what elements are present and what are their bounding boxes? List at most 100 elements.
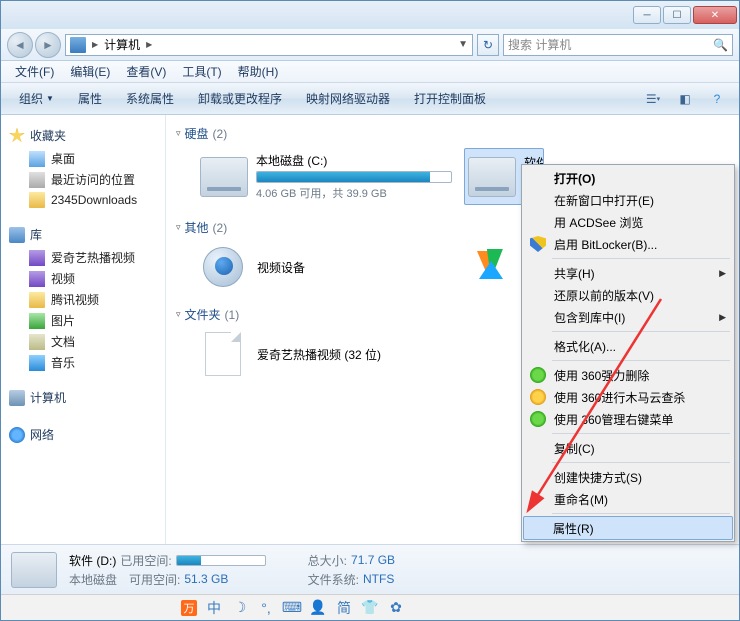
- item-iqiyi-folder[interactable]: 爱奇艺热播视频 (32 位): [196, 329, 456, 379]
- ctx-shortcut[interactable]: 创建快捷方式(S): [524, 466, 732, 488]
- ctx-open[interactable]: 打开(O): [524, 167, 732, 189]
- status-title: 软件 (D:): [69, 552, 116, 569]
- forward-button[interactable]: ►: [35, 32, 61, 58]
- sidebar-item-downloads[interactable]: 2345Downloads: [7, 190, 159, 210]
- map-drive-button[interactable]: 映射网络驱动器: [296, 86, 400, 111]
- ime-simp[interactable]: 简: [335, 599, 353, 617]
- menu-file[interactable]: 文件(F): [7, 60, 62, 83]
- folder-icon: [29, 292, 45, 308]
- ctx-360-scan[interactable]: 使用 360进行木马云查杀: [524, 386, 732, 408]
- sidebar-item-desktop[interactable]: 桌面: [7, 148, 159, 169]
- back-button[interactable]: ◄: [7, 32, 33, 58]
- menu-edit[interactable]: 编辑(E): [62, 60, 118, 83]
- status-used-label: 已用空间:: [120, 552, 171, 569]
- breadcrumb-computer[interactable]: 计算机: [104, 36, 140, 53]
- sidebar-item-videos[interactable]: 视频: [7, 268, 159, 289]
- ctx-open-new-window[interactable]: 在新窗口中打开(E): [524, 189, 732, 211]
- libraries-header[interactable]: 库: [7, 224, 159, 247]
- refresh-button[interactable]: ↻: [477, 34, 499, 56]
- computer-icon: [70, 37, 86, 53]
- ime-keyboard-icon[interactable]: ⌨: [283, 599, 301, 617]
- minimize-button[interactable]: ─: [633, 6, 661, 24]
- group-drives-header[interactable]: ▿ 硬盘 (2): [176, 123, 729, 144]
- drive-icon: [11, 552, 57, 588]
- menu-help[interactable]: 帮助(H): [230, 60, 287, 83]
- item-camera[interactable]: 视频设备: [196, 242, 456, 292]
- sidebar-item-documents[interactable]: 文档: [7, 331, 159, 352]
- sidebar-item-music[interactable]: 音乐: [7, 352, 159, 373]
- sidebar-item-recent[interactable]: 最近访问的位置: [7, 169, 159, 190]
- ctx-acdsee[interactable]: 用 ACDSee 浏览: [524, 211, 732, 233]
- drive-c[interactable]: 本地磁盘 (C:) 4.06 GB 可用，共 39.9 GB: [196, 148, 456, 205]
- status-type: 本地磁盘: [69, 571, 117, 588]
- 360-icon: [530, 411, 546, 427]
- dropdown-icon[interactable]: ▼: [458, 39, 468, 50]
- ctx-share[interactable]: 共享(H)▶: [524, 262, 732, 284]
- shield-icon: [530, 236, 546, 252]
- library-icon: [9, 227, 25, 243]
- favorites-header[interactable]: 收藏夹: [7, 125, 159, 148]
- ctx-rename[interactable]: 重命名(M): [524, 488, 732, 510]
- document-icon: [29, 334, 45, 350]
- close-button[interactable]: ✕: [693, 6, 737, 24]
- menu-tools[interactable]: 工具(T): [174, 60, 229, 83]
- system-properties-button[interactable]: 系统属性: [116, 86, 184, 111]
- network-header[interactable]: 网络: [7, 424, 159, 447]
- ctx-format[interactable]: 格式化(A)...: [524, 335, 732, 357]
- ctx-bitlocker[interactable]: 启用 BitLocker(B)...: [524, 233, 732, 255]
- ime-user-icon[interactable]: 👤: [309, 599, 327, 617]
- drive-c-stat: 4.06 GB 可用，共 39.9 GB: [256, 185, 452, 201]
- status-total-val: 71.7 GB: [351, 553, 395, 567]
- ime-settings-icon[interactable]: ✿: [387, 599, 405, 617]
- submenu-arrow-icon: ▶: [719, 268, 726, 279]
- 360-icon: [530, 367, 546, 383]
- chevron-right-icon: ▶: [146, 40, 152, 49]
- help-button[interactable]: ?: [703, 88, 731, 110]
- search-icon: 🔍: [713, 38, 728, 52]
- desktop-icon: [29, 151, 45, 167]
- chevron-right-icon: ▶: [92, 40, 98, 49]
- toolbar: 组织 ▼ 属性 系统属性 卸载或更改程序 映射网络驱动器 打开控制面板 ☰ ▾ …: [1, 83, 739, 115]
- menu-view[interactable]: 查看(V): [118, 60, 174, 83]
- sidebar-item-tencent[interactable]: 腾讯视频: [7, 289, 159, 310]
- navbar: ◄ ► ▶ 计算机 ▶ ▼ ↻ 搜索 计算机 🔍: [1, 29, 739, 61]
- sidebar-item-pictures[interactable]: 图片: [7, 310, 159, 331]
- ctx-360-menu[interactable]: 使用 360管理右键菜单: [524, 408, 732, 430]
- status-free-val: 51.3 GB: [184, 572, 228, 586]
- ime-moon-icon[interactable]: ☽: [231, 599, 249, 617]
- folder-icon: [29, 192, 45, 208]
- sidebar-item-iqiyi[interactable]: 爱奇艺热播视频: [7, 247, 159, 268]
- search-placeholder: 搜索 计算机: [508, 36, 571, 53]
- organize-button[interactable]: 组织 ▼: [9, 86, 64, 111]
- maximize-button[interactable]: ☐: [663, 6, 691, 24]
- status-fs-val: NTFS: [363, 572, 394, 586]
- ctx-360-delete[interactable]: 使用 360强力删除: [524, 364, 732, 386]
- ctx-restore[interactable]: 还原以前的版本(V): [524, 284, 732, 306]
- video-icon: [29, 271, 45, 287]
- ime-punct-icon[interactable]: °,: [257, 599, 275, 617]
- search-input[interactable]: 搜索 计算机 🔍: [503, 34, 733, 56]
- item-tencent[interactable]: 腾: [464, 242, 524, 292]
- statusbar: 软件 (D:) 已用空间: 本地磁盘 可用空间: 51.3 GB 总大小: 71…: [1, 544, 739, 594]
- picture-icon: [29, 313, 45, 329]
- ctx-include-library[interactable]: 包含到库中(I)▶: [524, 306, 732, 328]
- ime-lang[interactable]: 中: [205, 599, 223, 617]
- properties-button[interactable]: 属性: [68, 86, 112, 111]
- preview-pane-button[interactable]: ◧: [671, 88, 699, 110]
- ime-skin-icon[interactable]: 👕: [361, 599, 379, 617]
- control-panel-button[interactable]: 打开控制面板: [404, 86, 496, 111]
- view-options-button[interactable]: ☰ ▾: [639, 88, 667, 110]
- status-free-label: 可用空间:: [129, 571, 180, 588]
- network-icon: [9, 427, 25, 443]
- address-bar[interactable]: ▶ 计算机 ▶ ▼: [65, 34, 473, 56]
- drive-c-label: 本地磁盘 (C:): [256, 152, 452, 169]
- ime-toolbar: 万 中 ☽ °, ⌨ 👤 简 👕 ✿: [1, 594, 739, 620]
- computer-icon: [9, 390, 25, 406]
- ctx-properties[interactable]: 属性(R): [523, 516, 733, 540]
- ctx-copy[interactable]: 复制(C): [524, 437, 732, 459]
- uninstall-button[interactable]: 卸载或更改程序: [188, 86, 292, 111]
- explorer-window: ─ ☐ ✕ ◄ ► ▶ 计算机 ▶ ▼ ↻ 搜索 计算机 🔍 文件(F) 编辑(…: [0, 0, 740, 621]
- ime-icon[interactable]: 万: [181, 600, 197, 616]
- computer-header[interactable]: 计算机: [7, 387, 159, 410]
- item-camera-label: 视频设备: [257, 259, 305, 276]
